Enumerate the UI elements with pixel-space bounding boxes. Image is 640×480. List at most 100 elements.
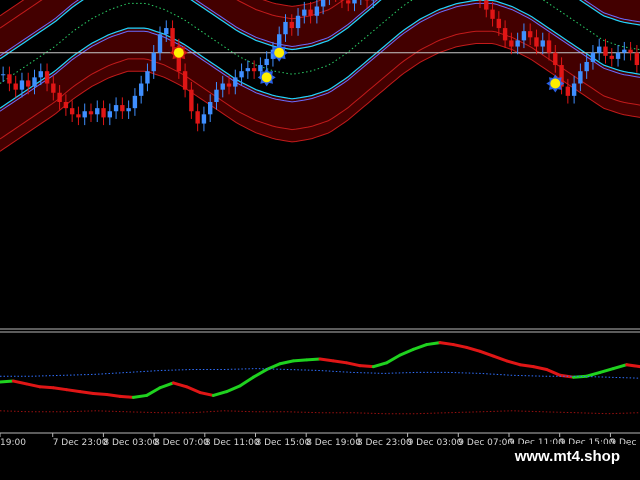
oscillator-segment bbox=[358, 364, 375, 369]
candle-body bbox=[578, 71, 583, 84]
oscillator-segment bbox=[318, 357, 335, 363]
x-tick-label: 19:00 bbox=[0, 438, 26, 448]
candle-body bbox=[509, 40, 514, 47]
candle-body bbox=[603, 46, 608, 56]
signal-dot bbox=[173, 47, 184, 58]
x-tick-label: 9 Dec 07:00 bbox=[458, 438, 513, 448]
candle-body bbox=[308, 9, 313, 16]
oscillator-segment bbox=[411, 343, 429, 351]
oscillator-segment bbox=[585, 370, 602, 378]
oscillator-segment bbox=[38, 385, 55, 390]
oscillator-segment bbox=[625, 363, 640, 369]
oscillator-segment bbox=[171, 381, 189, 389]
oscillator-segment bbox=[225, 384, 242, 394]
candle-body bbox=[57, 92, 62, 102]
candle-body bbox=[182, 71, 188, 90]
oscillator-segment bbox=[78, 390, 95, 396]
candle-body bbox=[170, 28, 175, 47]
x-tick-label: 8 Dec 07:00 bbox=[154, 438, 209, 448]
x-tick-label: 8 Dec 03:00 bbox=[103, 438, 158, 448]
candle-body bbox=[138, 83, 144, 96]
oscillator-segment bbox=[198, 391, 215, 397]
oscillator-segment bbox=[65, 388, 82, 394]
candle-body bbox=[295, 15, 301, 29]
oscillator-segment bbox=[291, 358, 309, 363]
oscillator-panel bbox=[0, 341, 640, 415]
candle-body bbox=[534, 37, 539, 47]
oscillator-segment bbox=[545, 368, 562, 377]
buy-signal-marker bbox=[257, 68, 276, 87]
candle-body bbox=[239, 71, 244, 78]
oscillator-segment bbox=[451, 343, 469, 349]
candle-body bbox=[622, 49, 627, 53]
candle-body bbox=[126, 108, 131, 112]
candle-body bbox=[496, 18, 502, 29]
oscillator-segment bbox=[185, 385, 202, 395]
candle-body bbox=[289, 21, 294, 29]
x-tick-label: 8 Dec 11:00 bbox=[205, 438, 260, 448]
oscillator-segment bbox=[131, 393, 149, 399]
candle-body bbox=[233, 77, 238, 87]
oscillator-segment bbox=[238, 375, 255, 388]
candle-body bbox=[521, 31, 527, 41]
chart-root: 19:00 7 Dec 23:008 Dec 03:008 Dec 07:008 … bbox=[0, 0, 640, 448]
signal-dot bbox=[274, 47, 285, 58]
oscillator-segment bbox=[278, 359, 295, 366]
candle-body bbox=[597, 46, 602, 53]
oscillator-segment bbox=[51, 386, 69, 392]
candle-body bbox=[82, 111, 87, 118]
candle-body bbox=[132, 95, 138, 109]
candle-body bbox=[195, 111, 200, 124]
candle-body bbox=[226, 83, 232, 87]
signal-dot bbox=[550, 78, 561, 89]
oscillator-segment bbox=[598, 367, 615, 374]
candle-body bbox=[615, 52, 621, 59]
lower-band-line bbox=[0, 410, 640, 415]
candle-body bbox=[26, 80, 31, 87]
oscillator-segment bbox=[25, 382, 42, 389]
candle-body bbox=[157, 34, 163, 53]
oscillator-segment bbox=[478, 349, 495, 358]
candle-body bbox=[101, 108, 106, 118]
oscillator-segment bbox=[11, 379, 29, 386]
oscillator-segment bbox=[385, 353, 402, 365]
oscillator-segment bbox=[118, 394, 135, 399]
price-panel bbox=[0, 0, 640, 152]
candle-body bbox=[32, 77, 37, 87]
candle-body bbox=[590, 52, 596, 62]
candle-body bbox=[584, 61, 589, 72]
candle-body bbox=[88, 111, 94, 115]
candle-body bbox=[151, 52, 156, 72]
oscillator-segment bbox=[398, 347, 415, 357]
oscillator-segment bbox=[211, 390, 229, 397]
candle-body bbox=[251, 68, 257, 72]
candle-body bbox=[245, 68, 251, 72]
oscillator-segment bbox=[145, 386, 162, 397]
signal-dot bbox=[261, 72, 272, 83]
candle-body bbox=[515, 40, 520, 47]
oscillator-segment bbox=[105, 392, 122, 398]
candle-body bbox=[302, 9, 307, 16]
candle-body bbox=[208, 102, 213, 115]
candle-body bbox=[113, 105, 119, 112]
oscillator-segment bbox=[251, 368, 269, 379]
candle-body bbox=[107, 111, 112, 118]
candle-body bbox=[490, 9, 495, 19]
oscillator-segment bbox=[0, 379, 15, 384]
candle-body bbox=[528, 31, 533, 38]
candle-body bbox=[264, 58, 269, 66]
candle-body bbox=[628, 49, 633, 53]
x-tick-label: 8 Dec 19:00 bbox=[306, 438, 361, 448]
candle-body bbox=[69, 108, 75, 115]
x-tick-label: 8 Dec 15:00 bbox=[256, 438, 311, 448]
oscillator-segment bbox=[91, 392, 109, 396]
candle-body bbox=[38, 71, 43, 78]
x-tick-label: 9 Dec 03:00 bbox=[408, 438, 463, 448]
oscillator-segment bbox=[531, 365, 549, 372]
oscillator-segment bbox=[345, 361, 362, 368]
candle-body bbox=[63, 102, 69, 109]
candle-body bbox=[540, 40, 545, 47]
oscillator-segment bbox=[158, 381, 175, 390]
oscillator-segment bbox=[518, 363, 535, 369]
candle-body bbox=[120, 105, 125, 112]
